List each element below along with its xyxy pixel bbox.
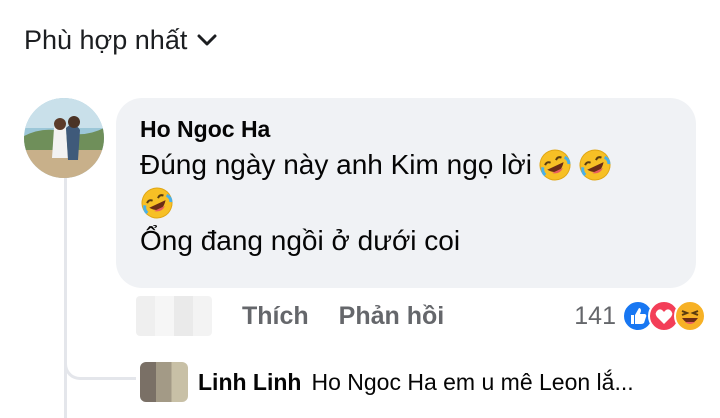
comment-text-line-3: Ổng đang ngồi ở dưới coi (140, 220, 672, 262)
laughing-emoji-icon (578, 148, 612, 182)
reply-preview-text: Ho Ngoc Ha em u mê Leon lắ... (311, 368, 634, 395)
comment-text: Đúng ngày này anh Kim ngọ lời (140, 149, 532, 180)
comment-text-line-2 (140, 186, 672, 220)
reaction-count[interactable]: 141 (574, 302, 616, 331)
reply-button[interactable]: Phản hồi (339, 302, 445, 331)
profile-photo (24, 98, 104, 178)
reply-author[interactable]: Linh Linh (198, 369, 301, 395)
thread-connector-line (64, 178, 67, 418)
laughing-emoji-icon (538, 148, 572, 182)
comment-bubble: Ho Ngoc Ha Đúng ngày này anh Kim ngọ lời (116, 98, 696, 288)
thread-connector-curve (64, 322, 136, 380)
reply-text: Linh Linh Ho Ngoc Ha em u mê Leon lắ... (198, 369, 634, 396)
avatar[interactable] (140, 362, 188, 402)
reply-preview[interactable]: Linh Linh Ho Ngoc Ha em u mê Leon lắ... (140, 360, 700, 404)
haha-reaction-icon (674, 300, 706, 332)
blurred-timestamp (136, 296, 212, 336)
comment-text-line-1: Đúng ngày này anh Kim ngọ lời (140, 144, 672, 186)
comment-author[interactable]: Ho Ngoc Ha (140, 114, 672, 144)
like-button[interactable]: Thích (242, 302, 309, 331)
chevron-down-icon (197, 34, 217, 46)
laughing-emoji-icon (140, 186, 174, 220)
comment-actions: Thích Phản hồi 141 (136, 294, 706, 338)
comment-text: Ổng đang ngồi ở dưới coi (140, 225, 461, 256)
avatar[interactable] (24, 98, 104, 178)
sort-label: Phù hợp nhất (24, 24, 188, 55)
reaction-icons[interactable] (622, 300, 706, 332)
sort-dropdown[interactable]: Phù hợp nhất (24, 20, 217, 60)
